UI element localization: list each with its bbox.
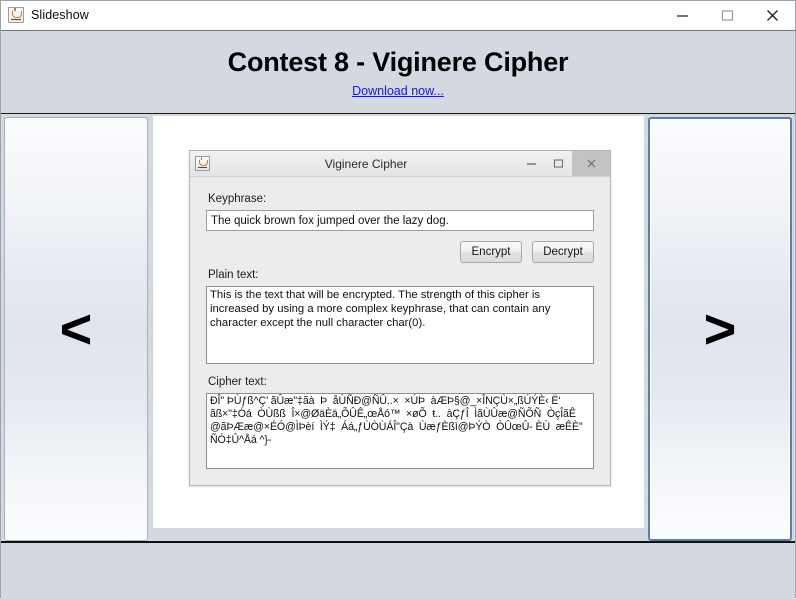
java-coffee-cup-icon bbox=[8, 7, 24, 23]
java-coffee-cup-icon bbox=[195, 156, 210, 171]
dialog-window-controls bbox=[518, 151, 610, 176]
minimize-icon[interactable] bbox=[518, 151, 545, 176]
page-title: Contest 8 - Viginere Cipher bbox=[227, 46, 569, 77]
keyphrase-input[interactable]: The quick brown fox jumped over the lazy… bbox=[206, 210, 594, 231]
maximize-icon[interactable] bbox=[705, 1, 750, 29]
cipher-text-area[interactable]: ÐÎ" ÞÙƒß^Ç’ ãÛæ"‡ãà Þ åÙÑÐ@ÑÛ..× ×ÚÞ àÆÞ… bbox=[206, 393, 594, 469]
window-controls bbox=[660, 1, 795, 29]
slide-footer bbox=[1, 541, 795, 599]
viginere-cipher-dialog: Viginere Cipher Keyphrase: The quick bro… bbox=[189, 150, 611, 486]
minimize-icon[interactable] bbox=[660, 1, 705, 29]
encrypt-button[interactable]: Encrypt bbox=[460, 241, 522, 263]
slide-header: Contest 8 - Viginere Cipher Download now… bbox=[1, 30, 795, 114]
window-title: Slideshow bbox=[31, 8, 89, 22]
download-link[interactable]: Download now... bbox=[352, 84, 444, 98]
next-slide-button[interactable]: > bbox=[648, 117, 792, 541]
action-buttons: Encrypt Decrypt bbox=[206, 241, 594, 263]
dialog-title: Viginere Cipher bbox=[324, 156, 408, 171]
dialog-titlebar: Viginere Cipher bbox=[190, 151, 610, 177]
keyphrase-label: Keyphrase: bbox=[208, 193, 267, 205]
slideshow-window: Slideshow Contest 8 - Viginere Cipher Do… bbox=[0, 0, 796, 599]
window-titlebar: Slideshow bbox=[1, 1, 795, 30]
maximize-icon[interactable] bbox=[545, 151, 572, 176]
close-icon[interactable] bbox=[750, 1, 795, 29]
cipher-text-label: Cipher text: bbox=[208, 376, 267, 388]
decrypt-button[interactable]: Decrypt bbox=[532, 241, 594, 263]
slide-stage: Viginere Cipher Keyphrase: The quick bro… bbox=[153, 116, 644, 528]
dialog-body: Keyphrase: The quick brown fox jumped ov… bbox=[190, 177, 610, 485]
close-icon[interactable] bbox=[572, 151, 610, 176]
prev-slide-button[interactable]: < bbox=[4, 117, 148, 541]
slide-body: < Viginere Cipher Keyphrase: The quick b… bbox=[1, 114, 795, 541]
plain-text-label: Plain text: bbox=[208, 269, 259, 281]
plain-text-area[interactable]: This is the text that will be encrypted.… bbox=[206, 286, 594, 364]
